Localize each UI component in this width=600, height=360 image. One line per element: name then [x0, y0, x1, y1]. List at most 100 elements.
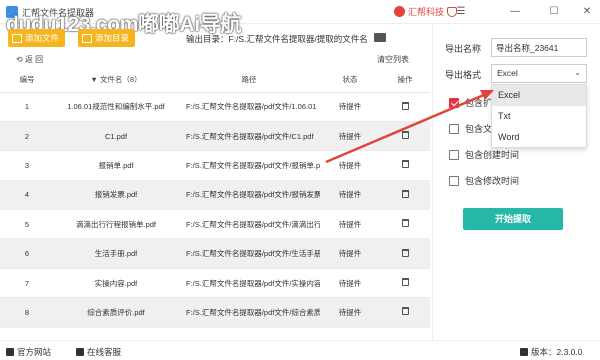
row-index: 8	[0, 297, 54, 328]
delete-icon[interactable]	[401, 278, 409, 287]
close-button[interactable]: ✕	[579, 4, 595, 20]
home-icon	[6, 348, 14, 356]
table-row[interactable]: 8 综合素质评价.pdf F:/S.汇帮文件名提取器/pdf文件/综合素质 待提…	[0, 297, 430, 328]
row-path: F:/S.汇帮文件名提取器/pdf文件/1.06.01	[178, 92, 320, 122]
row-status: 待提件	[320, 297, 380, 328]
table-row[interactable]: 5 滴滴出行行程报销单.pdf F:/S.汇帮文件名提取器/pdf文件/滴滴出行…	[0, 209, 430, 240]
row-path: F:/S.汇帮文件名提取器/pdf文件/生活手册	[178, 238, 320, 269]
format-option-excel[interactable]: Excel	[492, 85, 586, 106]
delete-icon[interactable]	[401, 219, 409, 228]
delete-icon[interactable]	[401, 248, 409, 257]
delete-icon[interactable]	[401, 307, 409, 316]
column-header-status: 状态	[320, 68, 380, 93]
table-header: 编号 ▼ 文件名（8） 路径 状态 操作	[0, 68, 430, 93]
clear-list-button[interactable]: 清空列表	[377, 54, 409, 65]
row-filename: 滴滴出行行程报销单.pdf	[54, 209, 178, 240]
online-support-label: 在线客服	[87, 347, 122, 357]
add-directory-button[interactable]: 添加目录	[78, 29, 136, 47]
minimize-button[interactable]: —	[507, 4, 523, 20]
row-filename: 报销发票.pdf	[54, 180, 178, 211]
title-bar: 汇帮文件名提取器 dudu123.com嘟嘟Ai导航 汇帮科技 ☰ — ☐ ✕	[0, 0, 600, 36]
column-header-path: 路径	[178, 68, 320, 93]
row-index: 4	[0, 180, 54, 211]
row-path: F:/S.汇帮文件名提取器/pdf文件/实操内容	[178, 268, 320, 299]
table-row[interactable]: 4 报销发票.pdf F:/S.汇帮文件名提取器/pdf文件/报销发票 待提件	[0, 180, 430, 211]
checkbox-icon	[449, 149, 459, 160]
format-option-word[interactable]: Word	[492, 127, 586, 148]
checkbox-label: 包含创建时间	[465, 150, 520, 160]
back-button[interactable]: ⟲ 返 回	[16, 54, 43, 65]
start-extract-button[interactable]: 开始提取	[463, 208, 563, 230]
table-row[interactable]: 2 C1.pdf F:/S.汇帮文件名提取器/pdf文件/C1.pdf 待提件	[0, 121, 430, 152]
column-header-filename[interactable]: ▼ 文件名（8）	[54, 68, 178, 93]
checkbox-checked-icon	[449, 97, 459, 108]
row-filename: 综合素质评价.pdf	[54, 297, 178, 328]
menu-icon[interactable]: ☰	[453, 4, 469, 20]
table-row[interactable]: 3 报销单.pdf F:/S.汇帮文件名提取器/pdf文件/报销单.p 待提件	[0, 150, 430, 181]
add-folder-icon	[82, 33, 92, 43]
delete-icon[interactable]	[401, 101, 409, 110]
version-info: 版本：2.3.0.0	[520, 346, 583, 358]
official-website-link[interactable]: 官方网站	[6, 346, 51, 358]
row-path: F:/S.汇帮文件名提取器/pdf文件/报销单.p	[178, 150, 320, 181]
row-index: 3	[0, 150, 54, 181]
vip-account[interactable]: 汇帮科技	[394, 5, 458, 18]
checkbox-include-extension[interactable]: 包含扩	[449, 96, 492, 109]
add-directory-label: 添加目录	[95, 33, 130, 43]
export-name-label: 导出名称	[445, 44, 482, 54]
row-index: 7	[0, 268, 54, 299]
row-status: 待提件	[320, 180, 380, 211]
column-header-index: 编号	[0, 68, 54, 93]
vip-label: 汇帮科技	[408, 7, 445, 17]
company-logo-icon	[394, 6, 405, 17]
row-filename: 1.06.01规范性和编制水平.pdf	[54, 92, 178, 122]
row-status: 待提件	[320, 268, 380, 299]
open-folder-icon[interactable]	[374, 33, 386, 42]
checkbox-label: 包含修改时间	[465, 176, 520, 186]
export-settings-panel: 导出名称 导出格式 Excel ⌄ 包含扩 包含文 包含创建时间 包含修改时间 …	[432, 24, 600, 340]
export-format-value: Excel	[497, 68, 518, 78]
row-filename: 生活手册.pdf	[54, 238, 178, 269]
row-filename: 报销单.pdf	[54, 150, 178, 181]
row-path: F:/S.汇帮文件名提取器/pdf文件/报销发票	[178, 180, 320, 211]
add-files-button[interactable]: 添加文件	[8, 29, 66, 47]
add-file-icon	[12, 33, 22, 43]
table-row[interactable]: 6 生活手册.pdf F:/S.汇帮文件名提取器/pdf文件/生活手册 待提件	[0, 238, 430, 269]
row-filename: 实操内容.pdf	[54, 268, 178, 299]
table-row[interactable]: 1 1.06.01规范性和编制水平.pdf F:/S.汇帮文件名提取器/pdf文…	[0, 92, 430, 122]
output-directory-path: 输出目录：F:/S.汇帮文件名提取器/提取的文件名	[186, 34, 368, 44]
chevron-down-icon: ⌄	[574, 68, 581, 77]
export-format-select[interactable]: Excel ⌄	[491, 64, 587, 83]
export-name-input[interactable]	[491, 38, 587, 57]
row-filename: C1.pdf	[54, 121, 178, 152]
row-status: 待提件	[320, 121, 380, 152]
checkbox-include-created-time[interactable]: 包含创建时间	[449, 148, 519, 161]
table-row[interactable]: 7 实操内容.pdf F:/S.汇帮文件名提取器/pdf文件/实操内容 待提件	[0, 268, 430, 299]
row-status: 待提件	[320, 92, 380, 122]
row-index: 2	[0, 121, 54, 152]
column-header-action: 操作	[380, 68, 430, 93]
online-support-link[interactable]: 在线客服	[76, 346, 121, 358]
row-index: 6	[0, 238, 54, 269]
status-bar: 官方网站 在线客服 版本：2.3.0.0	[0, 340, 600, 360]
headset-icon	[76, 348, 84, 356]
row-index: 1	[0, 92, 54, 122]
checkbox-include-file[interactable]: 包含文	[449, 122, 492, 135]
checkbox-icon	[449, 175, 459, 186]
format-option-txt[interactable]: Txt	[492, 106, 586, 127]
add-files-label: 添加文件	[25, 33, 60, 43]
delete-icon[interactable]	[401, 160, 409, 169]
checkbox-include-modified-time[interactable]: 包含修改时间	[449, 174, 519, 187]
delete-icon[interactable]	[401, 131, 409, 140]
export-format-label: 导出格式	[445, 70, 482, 80]
maximize-button[interactable]: ☐	[546, 4, 562, 20]
row-path: F:/S.汇帮文件名提取器/pdf文件/C1.pdf	[178, 121, 320, 152]
row-index: 5	[0, 209, 54, 240]
official-website-label: 官方网站	[17, 347, 52, 357]
delete-icon[interactable]	[401, 189, 409, 198]
export-format-dropdown: Excel Txt Word	[491, 84, 587, 148]
row-status: 待提件	[320, 150, 380, 181]
list-actions: ⟲ 返 回 清空列表	[0, 50, 430, 66]
checkbox-icon	[449, 123, 459, 134]
checkbox-label: 包含文	[465, 124, 493, 134]
